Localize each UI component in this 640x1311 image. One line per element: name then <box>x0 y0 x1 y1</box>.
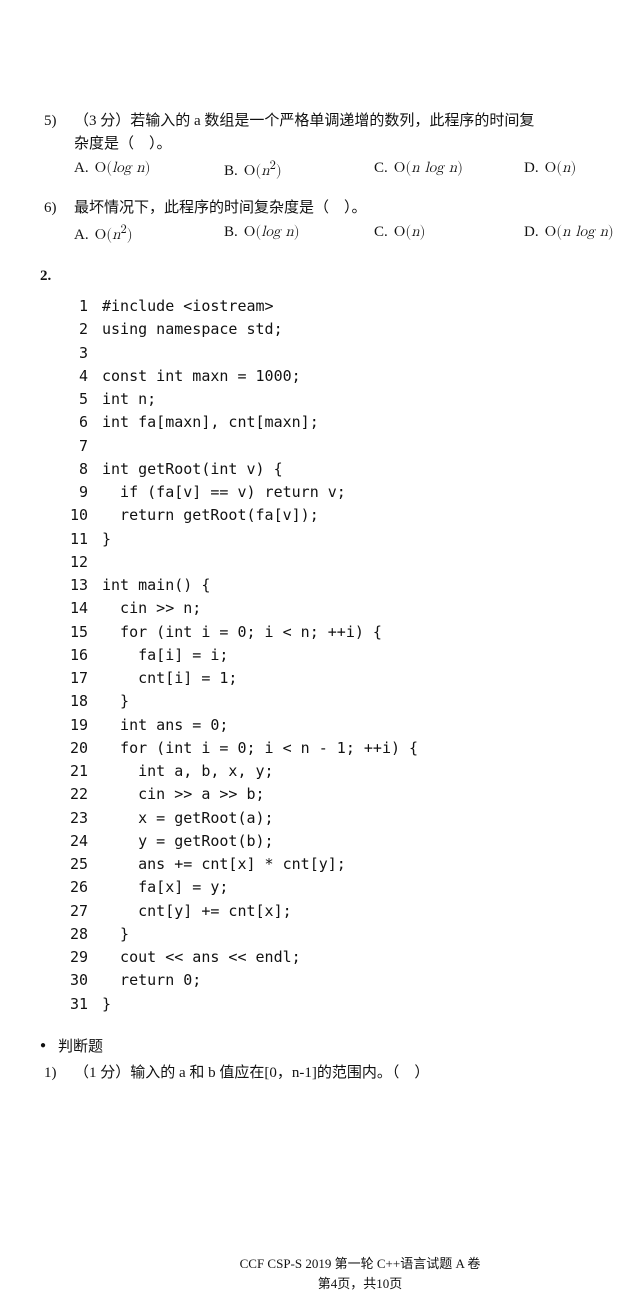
q5-line2: 杂度是（ ）。 <box>74 136 172 152</box>
math-expr: O(n) <box>394 221 426 244</box>
section-2-heading: 2. <box>40 265 640 288</box>
q6-number: 6) <box>40 197 74 220</box>
footer-line1: CCF CSP-S 2019 第一轮 C++语言试题 A 卷 <box>40 1254 640 1274</box>
footer-line2: 第4页，共10页 <box>40 1274 640 1294</box>
math-expr: O(n log n) <box>545 221 614 244</box>
q5-number: 5) <box>40 110 74 155</box>
q6-text: 最坏情况下，此程序的时间复杂度是（ ）。 <box>74 197 640 220</box>
judge1-number: 1) <box>40 1062 74 1085</box>
judge-heading: 判断题 <box>40 1036 640 1059</box>
q5-line1: （3 分）若输入的 a 数组是一个严格单调递增的数列，此程序的时间复 <box>74 113 534 129</box>
question-5: 5) （3 分）若输入的 a 数组是一个严格单调递增的数列，此程序的时间复 杂度… <box>40 110 640 183</box>
q5-opt-c: C.O(n log n) <box>374 157 524 183</box>
math-expr: O(log n) <box>95 157 151 180</box>
q6-opt-b: B.O(log n) <box>224 221 374 247</box>
question-6: 6) 最坏情况下，此程序的时间复杂度是（ ）。 A.O(n2) B.O(log … <box>40 197 640 247</box>
q6-opt-c: C.O(n) <box>374 221 524 247</box>
judge-q1: 1) （1 分）输入的 a 和 b 值应在[0，n-1]的范围内。（ ） <box>40 1062 640 1085</box>
q5-opt-b: B.O(n2) <box>224 157 374 183</box>
code-listing: 1#include <iostream> 2using namespace st… <box>60 295 640 1016</box>
q5-opt-d: D.O(n) <box>524 157 576 183</box>
q5-opt-a: A.O(log n) <box>74 157 224 183</box>
math-expr: O(n2) <box>244 157 282 183</box>
q6-options: A.O(n2) B.O(log n) C.O(n) D.O(n log n) <box>74 221 640 247</box>
judge1-text: （1 分）输入的 a 和 b 值应在[0，n-1]的范围内。（ ） <box>74 1062 640 1085</box>
q6-opt-a: A.O(n2) <box>74 221 224 247</box>
math-expr: O(n2) <box>95 221 133 247</box>
page-footer: CCF CSP-S 2019 第一轮 C++语言试题 A 卷 第4页，共10页 <box>40 1254 640 1293</box>
math-expr: O(n log n) <box>394 157 463 180</box>
q5-options: A.O(log n) B.O(n2) C.O(n log n) D.O(n) <box>74 157 640 183</box>
q6-opt-d: D.O(n log n) <box>524 221 614 247</box>
q5-text: （3 分）若输入的 a 数组是一个严格单调递增的数列，此程序的时间复 杂度是（ … <box>74 110 640 155</box>
math-expr: O(log n) <box>244 221 300 244</box>
math-expr: O(n) <box>545 157 577 180</box>
